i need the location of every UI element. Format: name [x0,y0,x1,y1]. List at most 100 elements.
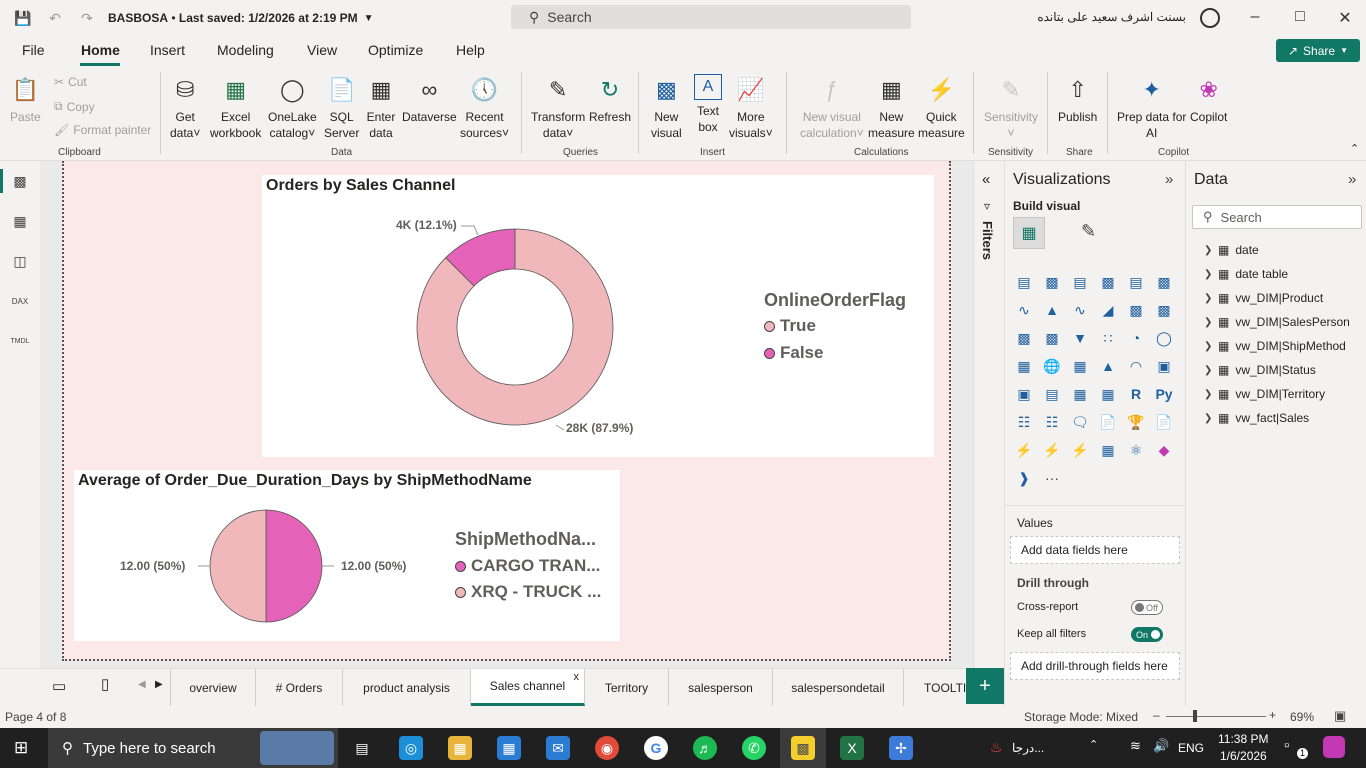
values-field-well[interactable]: Add data fields here [1010,536,1180,564]
chevron-visual-icon[interactable]: ❱ [1013,467,1035,489]
redo-icon[interactable]: ↷ [78,9,96,27]
tab-salespersondetail[interactable]: salespersondetail [773,669,904,706]
undo-icon[interactable]: ↶ [46,9,64,27]
key-influencers-icon[interactable]: ☷ [1013,411,1035,433]
new-visual-calculation-button[interactable]: ƒ New visual calculation˅ [800,74,864,141]
power-automate-icon[interactable]: ⚡ [1041,439,1063,461]
zoom-in-icon[interactable]: + [1269,708,1276,722]
menu-file[interactable]: File [22,42,45,58]
show-hidden-icons-icon[interactable]: ⌃ [1089,738,1098,751]
clustered-bar-icon[interactable]: ▤ [1069,271,1091,293]
qa-icon[interactable]: 🗨 [1069,411,1091,433]
pie-slice-cargo[interactable] [265,509,323,623]
pie-slice-xrq[interactable] [209,509,267,623]
python-visual-icon[interactable]: Py [1153,383,1175,405]
collapse-ribbon-icon[interactable]: ⌃ [1350,142,1359,155]
cross-report-toggle[interactable]: Off [1131,600,1163,615]
windows-start-icon[interactable]: ⊞ [14,738,28,758]
zoom-slider[interactable] [1166,716,1266,717]
metrics-icon[interactable]: 🏆 [1125,411,1147,433]
100-area-icon[interactable]: ◢ [1097,299,1119,321]
close-tab-icon[interactable]: x [574,671,580,683]
line-chart-icon[interactable]: ∿ [1013,299,1035,321]
r-visual-icon[interactable]: R [1125,383,1147,405]
dax-query-view-icon[interactable]: DAX [10,291,30,311]
excel-icon[interactable]: X [840,736,864,760]
transform-data-button[interactable]: ✎ Transform data˅ [531,74,585,141]
tmdl-view-icon[interactable]: TMDL [10,331,30,351]
close-icon[interactable]: ✕ [1335,8,1355,28]
legend-item-false[interactable]: False [764,343,823,363]
network-icon[interactable]: ≋ [1130,738,1141,754]
azure-map-icon[interactable]: ▲ [1097,355,1119,377]
donut-chart[interactable] [262,175,934,457]
matrix-icon[interactable]: ▦ [1097,383,1119,405]
minimize-icon[interactable]: – [1245,8,1265,26]
power-apps-icon[interactable]: ⚡ [1013,439,1035,461]
dataverse-button[interactable]: ∞ Dataverse [402,74,457,125]
avg-order-due-duration-visual[interactable]: Average of Order_Due_Duration_Days by Sh… [74,470,620,641]
menu-insert[interactable]: Insert [150,42,185,58]
legend-item-true[interactable]: True [764,316,816,336]
snipping-tool-icon[interactable]: ✢ [889,736,913,760]
gauge-icon[interactable]: ◠ [1125,355,1147,377]
paste-button[interactable]: 📋 Paste [10,74,41,125]
sql-server-button[interactable]: 📄 SQL Server [324,74,359,141]
expand-icon[interactable]: « [982,171,990,188]
text-box-button[interactable]: A Text box [694,74,722,135]
scatter-icon[interactable]: ∷ [1097,327,1119,349]
tab-overview[interactable]: overview [170,669,256,706]
image-visual-icon[interactable]: ▦ [1097,439,1119,461]
menu-help[interactable]: Help [456,42,485,58]
document-title[interactable]: BASBOSA • Last saved: 1/2/2026 at 2:19 P… [108,11,358,25]
enter-data-button[interactable]: ▦ Enter data [366,74,396,141]
custom-visual-icon[interactable]: ⚡ [1069,439,1091,461]
tab-sales-channel[interactable]: Sales channel x [471,669,585,706]
report-view-icon[interactable]: ▩ [10,171,30,191]
storage-mode[interactable]: Storage Mode: Mixed [1024,710,1138,724]
pie-chart-icon[interactable]: ◔ [1125,327,1147,349]
report-canvas[interactable]: Orders by Sales Channel 4K (12.1%) 28K (… [40,161,973,668]
add-page-button[interactable]: + [966,668,1004,704]
tab-orders[interactable]: # Orders [256,669,343,706]
copilot-taskbar-icon[interactable] [1323,736,1345,758]
publish-button[interactable]: ⇧ Publish [1058,74,1097,125]
table-item-territory[interactable]: ❯ ▦ vw_DIM|Territory [1204,387,1325,401]
chrome-icon[interactable]: ◉ [595,736,619,760]
decomposition-tree-icon[interactable]: ☷ [1041,411,1063,433]
desktop-layout-icon[interactable]: ▭ [52,677,66,695]
mail-icon[interactable]: ✉ [546,736,570,760]
chevron-down-icon[interactable]: ▼ [364,13,374,24]
menu-view[interactable]: View [307,42,337,58]
ribbon-chart-icon[interactable]: ▩ [1013,327,1035,349]
menu-modeling[interactable]: Modeling [217,42,274,58]
stacked-bar-icon[interactable]: ▤ [1013,271,1035,293]
legend-item-cargo[interactable]: CARGO TRAN... [455,556,600,576]
more-visuals-icon[interactable]: ··· [1041,467,1063,489]
paginated-report-icon[interactable]: 📄 [1153,411,1175,433]
tab-product-analysis[interactable]: product analysis [343,669,471,706]
table-item-date[interactable]: ❯ ▦ date [1204,243,1259,257]
tab-territory[interactable]: Territory [585,669,669,706]
drill-through-field-well[interactable]: Add drill-through fields here [1010,652,1180,680]
table-item-status[interactable]: ❯ ▦ vw_DIM|Status [1204,363,1316,377]
collapse-icon[interactable]: » [1165,171,1173,188]
card-icon[interactable]: ▣ [1153,355,1175,377]
donut-chart-icon[interactable]: ◯ [1153,327,1175,349]
table-item-date-table[interactable]: ❯ ▦ date table [1204,267,1288,281]
legend-item-xrq[interactable]: XRQ - TRUCK ... [455,582,601,602]
narrative-icon[interactable]: 📄 [1097,411,1119,433]
filters-label[interactable]: Filters [980,221,995,260]
search-input[interactable]: ⚲ Search [511,5,911,29]
new-measure-button[interactable]: ▦ New measure [868,74,915,141]
prep-data-for-ai-button[interactable]: ✦ Prep data for AI [1117,74,1186,141]
language-indicator[interactable]: ENG [1178,741,1204,755]
line-clustered-icon[interactable]: ▩ [1153,299,1175,321]
format-visual-tab-icon[interactable]: ✎ [1081,221,1096,242]
keep-all-filters-toggle[interactable]: On [1131,627,1163,642]
report-page[interactable]: Orders by Sales Channel 4K (12.1%) 28K (… [62,161,951,661]
stacked-column-icon[interactable]: ▩ [1041,271,1063,293]
tab-tooltip[interactable]: TOOLTI [904,669,966,706]
stacked-area-icon[interactable]: ∿ [1069,299,1091,321]
zoom-slider-thumb[interactable] [1192,710,1197,722]
